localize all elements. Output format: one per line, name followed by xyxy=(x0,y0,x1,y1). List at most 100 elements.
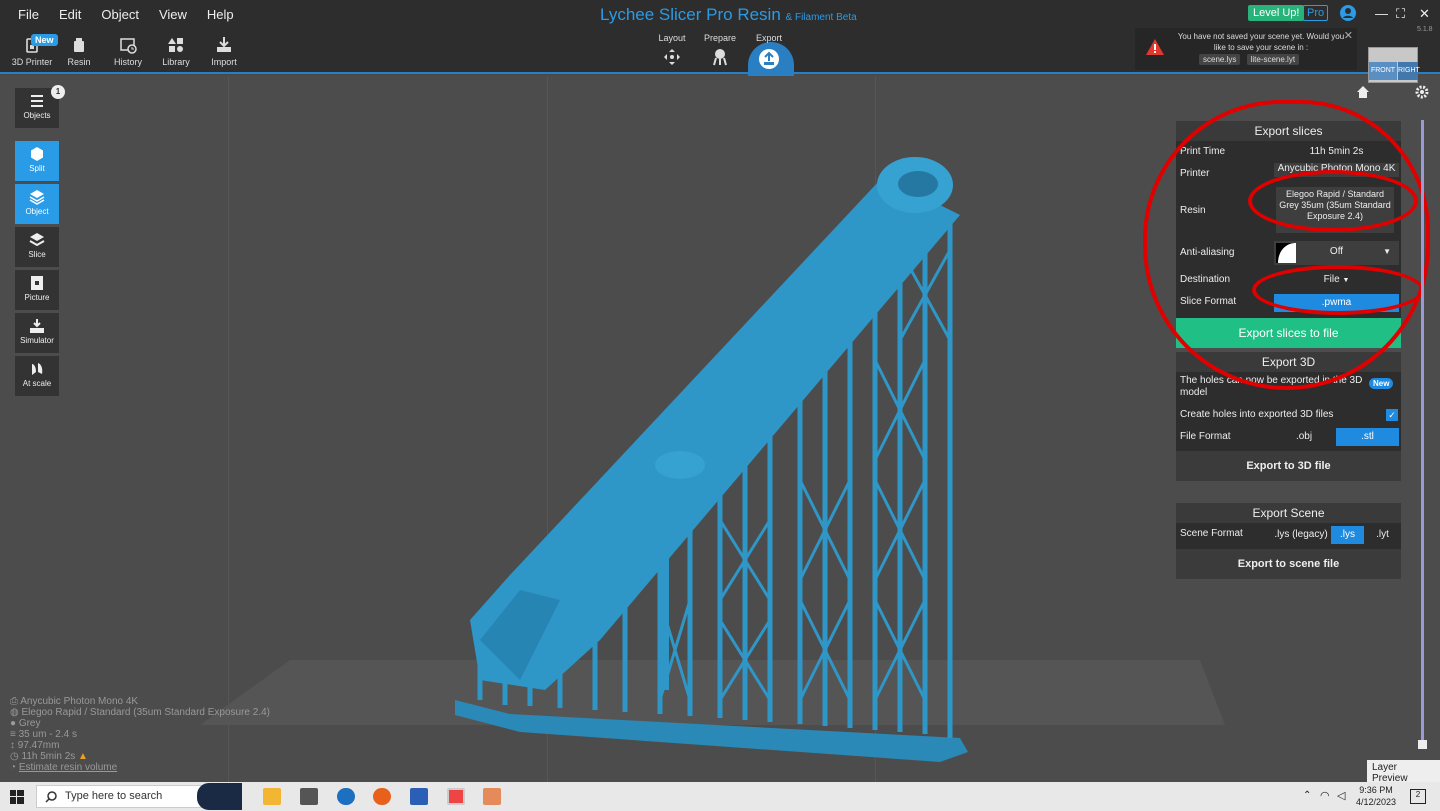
format-lys-legacy-button[interactable]: .lys (legacy) xyxy=(1272,526,1330,544)
menu-view[interactable]: View xyxy=(149,7,197,22)
minimize-icon[interactable]: — xyxy=(1375,6,1388,21)
account-icon[interactable] xyxy=(1340,5,1356,21)
info-resin-text: Elegoo Rapid / Standard (35um Standard E… xyxy=(21,707,271,718)
objects-count-badge: 1 xyxy=(51,85,65,99)
object-button[interactable]: Object xyxy=(15,184,59,224)
at-scale-button[interactable]: At scale xyxy=(15,356,59,396)
lychee-app-icon[interactable] xyxy=(447,788,465,805)
layout-move-icon xyxy=(664,49,680,65)
simulator-label: Simulator xyxy=(20,336,54,345)
at-scale-icon xyxy=(32,363,43,375)
format-stl-button[interactable]: .stl xyxy=(1336,428,1399,446)
split-button[interactable]: Split xyxy=(15,141,59,181)
maximize-icon[interactable]: ⛶ xyxy=(1396,6,1405,22)
toolbar-import-button[interactable]: Import xyxy=(201,36,247,67)
step-prepare-label: Prepare xyxy=(703,33,737,43)
home-icon[interactable] xyxy=(1356,85,1370,99)
create-holes-row: Create holes into exported 3D files ✓ xyxy=(1176,404,1401,426)
warning-icon xyxy=(1146,39,1164,55)
pro-badge[interactable]: Pro xyxy=(1303,5,1329,21)
toolbar-resin-label: Resin xyxy=(67,57,91,67)
notifications-icon[interactable]: 2 xyxy=(1410,789,1426,804)
menu-help[interactable]: Help xyxy=(197,7,244,22)
info-height: ↕ 97.47mm xyxy=(10,740,60,751)
save-warning-message: You have not saved your scene yet. Would… xyxy=(1177,32,1345,52)
export-scene-button[interactable]: Export to scene file xyxy=(1176,549,1401,579)
objects-label: Objects xyxy=(23,111,51,120)
scene-info: ⎙ Anycubic Photon Mono 4K ◍ Elegoo Rapid… xyxy=(10,696,270,773)
estimate-resin-link[interactable]: Estimate resin volume xyxy=(19,762,117,773)
picture-label: Picture xyxy=(24,293,50,302)
menu-file[interactable]: File xyxy=(8,7,49,22)
wifi-icon[interactable]: ◠ xyxy=(1320,789,1330,802)
word-icon[interactable] xyxy=(410,788,428,805)
windows-start-icon[interactable] xyxy=(10,790,24,804)
search-highlight-image xyxy=(197,783,242,810)
picture-icon xyxy=(31,276,43,290)
firefox-icon[interactable] xyxy=(373,788,391,805)
object-layers-icon xyxy=(29,190,45,205)
toolbar-history-button[interactable]: History xyxy=(105,36,151,67)
step-export-label: Export xyxy=(755,33,782,43)
toolbar-history-label: History xyxy=(113,57,142,67)
toolbar-resin-button[interactable]: Resin xyxy=(56,36,102,67)
calculator-icon[interactable] xyxy=(300,788,318,805)
export-upload-icon xyxy=(759,49,779,69)
format-lys-button[interactable]: .lys xyxy=(1331,526,1364,544)
prepare-supports-icon xyxy=(713,49,727,66)
info-time: ◷ 11h 5min 2s ▲ xyxy=(10,751,88,762)
resin-bottle-icon xyxy=(74,38,84,52)
paint-icon[interactable] xyxy=(483,788,501,805)
close-icon[interactable]: ✕ xyxy=(1344,29,1353,42)
view-cube-right[interactable]: RIGHT xyxy=(1398,62,1420,80)
file-explorer-icon[interactable] xyxy=(263,788,281,805)
step-prepare[interactable]: Prepare xyxy=(696,33,744,66)
scene-format-row: Scene Format .lys (legacy) .lys .lyt xyxy=(1176,523,1401,547)
volume-icon[interactable]: ◁ xyxy=(1337,789,1345,802)
objects-button[interactable]: 1 Objects xyxy=(15,85,65,128)
close-icon[interactable]: ✕ xyxy=(1419,6,1430,22)
export-3d-button[interactable]: Export to 3D file xyxy=(1176,451,1401,481)
step-layout[interactable]: Layout xyxy=(648,33,696,66)
left-toolbar: 1 Objects Split Object Slice Picture Sim… xyxy=(15,85,65,399)
warning-icon: ▲ xyxy=(78,751,88,762)
edge-browser-icon[interactable] xyxy=(337,788,355,805)
app-title-text: Lychee Slicer Pro Resin xyxy=(600,5,781,24)
layer-slider-thumb[interactable] xyxy=(1418,740,1427,749)
gear-icon[interactable] xyxy=(1415,85,1429,99)
menu-edit[interactable]: Edit xyxy=(49,7,91,22)
slice-button[interactable]: Slice xyxy=(15,227,59,267)
new-badge: New xyxy=(31,34,58,46)
toolbar-3d-printer-button[interactable]: New 3D Printer xyxy=(9,34,58,67)
menu-object[interactable]: Object xyxy=(91,7,149,22)
simulator-icon xyxy=(30,319,44,333)
view-cube[interactable]: FRONT RIGHT xyxy=(1368,47,1420,83)
step-layout-label: Layout xyxy=(658,33,686,43)
save-scene-lys-button[interactable]: scene.lys xyxy=(1199,54,1241,65)
file-format-row: File Format .obj .stl xyxy=(1176,426,1401,448)
picture-button[interactable]: Picture xyxy=(15,270,59,310)
model-tube-opening xyxy=(898,171,938,197)
save-options: scene.lys lite-scene.lyt xyxy=(1197,54,1301,65)
format-obj-button[interactable]: .obj xyxy=(1274,428,1334,446)
taskbar-search-box[interactable]: Type here to search xyxy=(36,783,242,810)
format-lyt-button[interactable]: .lyt xyxy=(1366,526,1399,544)
view-cube-front[interactable]: FRONT xyxy=(1369,62,1397,80)
info-printer-text: Anycubic Photon Mono 4K xyxy=(20,696,139,707)
layer-slider-track[interactable] xyxy=(1421,120,1424,740)
chevron-up-icon[interactable]: ⌃ xyxy=(1303,790,1311,801)
save-scene-lyt-button[interactable]: lite-scene.lyt xyxy=(1246,54,1300,65)
windows-taskbar: Type here to search ⌃ ◠ ◁ 9:36 PM 4/12/2… xyxy=(0,782,1440,811)
history-icon xyxy=(120,38,137,54)
taskbar-date: 4/12/2023 xyxy=(1356,797,1397,807)
taskbar-clock[interactable]: 9:36 PM 4/12/2023 xyxy=(1356,784,1396,808)
toolbar-library-button[interactable]: Library xyxy=(153,36,199,67)
create-holes-checkbox[interactable]: ✓ xyxy=(1386,409,1398,421)
library-icon xyxy=(168,38,183,52)
info-printer: ⎙ Anycubic Photon Mono 4K xyxy=(10,696,139,707)
objects-list-icon xyxy=(31,95,43,107)
simulator-button[interactable]: Simulator xyxy=(15,313,59,353)
step-export[interactable]: Export xyxy=(745,33,793,70)
level-up-button[interactable]: Level Up! xyxy=(1248,5,1305,21)
